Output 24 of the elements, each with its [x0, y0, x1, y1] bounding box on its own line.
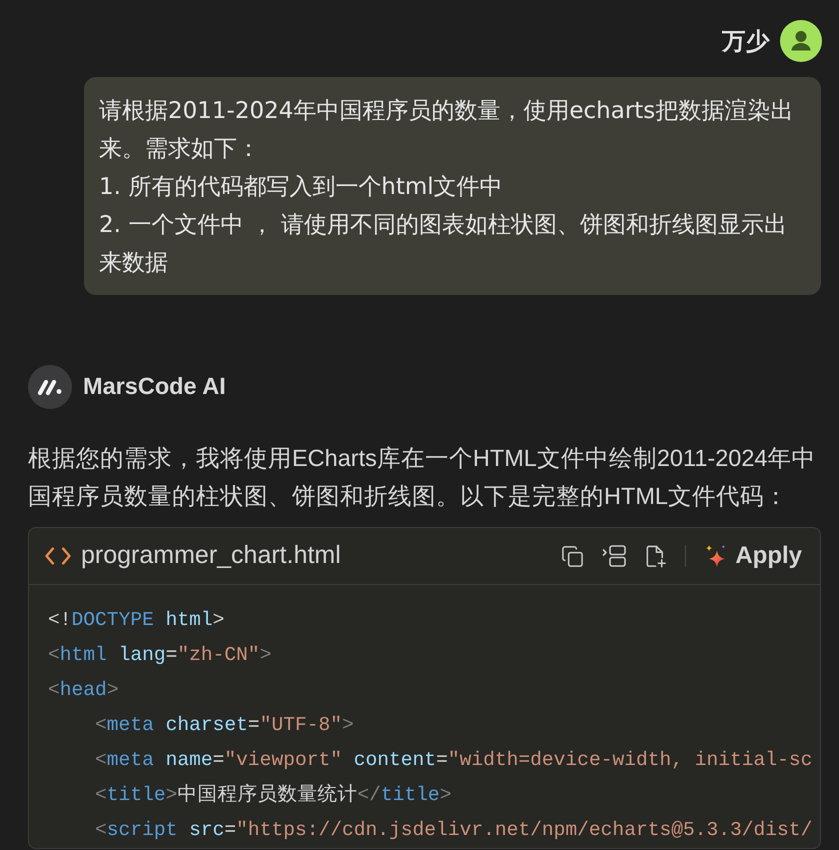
copy-icon	[561, 544, 584, 568]
message-text: 请根据2011-2024年中国程序员的数量，使用echarts把数据渲染出来。需求如下：	[99, 97, 794, 164]
code-line: <!DOCTYPE html>	[48, 608, 224, 633]
user-name: 万少	[722, 27, 770, 56]
logo-icon	[28, 365, 72, 409]
chevron-boxes-icon	[602, 545, 626, 567]
response-text: 根据您的需求，我将使用ECharts库在一个HTML文件中绘制2011-2024年中国程序员数量的柱状图、饼图和折线图。以下是完整的HTML文件代码：	[28, 444, 816, 511]
code-line: <script src="https://cdn.jsdelivr.net/npm/echarts@5.3.3/dist/	[95, 818, 812, 843]
code-line: <meta charset="UTF-8">	[95, 713, 354, 738]
insert-button[interactable]	[602, 545, 626, 567]
new-file-button[interactable]	[644, 544, 668, 568]
code-line: <head>	[48, 678, 119, 703]
file-name: programmer_chart.html	[81, 540, 341, 572]
message-text: 1. 所有的代码都写入到一个html文件中	[99, 173, 504, 202]
code-brackets-icon	[45, 547, 71, 565]
code-line: <title>中国程序员数量统计</title>	[95, 782, 452, 808]
person-avatar-icon	[780, 20, 822, 62]
message-text: 2. 一个文件中 ， 请使用不同的图表如柱状图、饼图和折线图显示出来数据	[99, 211, 788, 278]
apply-button[interactable]: Apply	[704, 538, 802, 574]
file-plus-icon	[644, 544, 668, 568]
assistant-name: MarsCode AI	[83, 372, 226, 402]
code-line: <html lang="zh-CN">	[48, 643, 272, 668]
code-line: <meta name="viewport" content="width=device-width, initial-sc	[95, 748, 812, 773]
copy-button[interactable]	[561, 544, 584, 568]
